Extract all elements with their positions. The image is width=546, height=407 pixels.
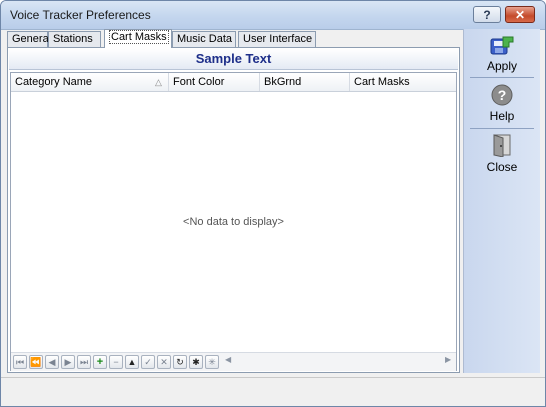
previous-record-button[interactable]: ◀ <box>45 355 59 369</box>
svg-text:?: ? <box>498 87 507 103</box>
title-bar[interactable]: Voice Tracker Preferences ? ✕ <box>1 1 545 30</box>
post-edit-button[interactable]: ✓ <box>141 355 155 369</box>
refresh-button[interactable]: ↻ <box>173 355 187 369</box>
help-button[interactable]: ? Help <box>464 81 540 127</box>
apply-icon <box>490 36 514 55</box>
preferences-window: Voice Tracker Preferences ? ✕ General St… <box>0 0 546 407</box>
column-label: Font Color <box>173 76 225 88</box>
sidebar-divider <box>470 77 534 78</box>
column-label: BkGrnd <box>264 76 302 88</box>
tab-user-interface-label: User Interface <box>243 33 313 45</box>
delete-record-button[interactable]: − <box>109 355 123 369</box>
window-title: Voice Tracker Preferences <box>10 8 151 22</box>
tab-stations-label: Stations <box>53 33 93 45</box>
tab-music-data-label: Music Data <box>177 33 233 45</box>
goto-bookmark-button[interactable]: ✳ <box>205 355 219 369</box>
column-header-category-name[interactable]: Category Name △ <box>11 73 169 91</box>
cart-masks-panel: Sample Text Category Name △ Font Color B… <box>7 47 460 373</box>
grid-navigator: ⏮ ⏪ ◀ ▶ ⏭ + − ▲ ✓ ✕ ↻ ✱ ✳ ◀ ▶ <box>11 352 456 371</box>
add-record-button[interactable]: + <box>93 355 107 369</box>
help-icon: ? <box>491 84 513 106</box>
column-label: Cart Masks <box>354 76 410 88</box>
tab-user-interface[interactable]: User Interface <box>238 31 316 47</box>
bookmark-button[interactable]: ✱ <box>189 355 203 369</box>
help-label: Help <box>489 109 515 123</box>
scroll-right-icon[interactable]: ▶ <box>445 355 451 364</box>
close-button[interactable]: Close <box>464 131 540 177</box>
apply-button[interactable]: Apply <box>464 31 540 73</box>
apply-label: Apply <box>486 59 518 73</box>
titlebar-help-button[interactable]: ? <box>473 6 501 23</box>
column-header-cart-masks[interactable]: Cart Masks <box>350 73 456 91</box>
action-sidebar: Apply ? Help Close <box>463 29 540 373</box>
edit-record-button[interactable]: ▲ <box>125 355 139 369</box>
next-record-button[interactable]: ▶ <box>61 355 75 369</box>
cancel-edit-button[interactable]: ✕ <box>157 355 171 369</box>
door-icon <box>493 134 511 157</box>
sort-triangle-icon: △ <box>155 77 162 87</box>
status-bar <box>1 377 545 398</box>
tab-cart-masks[interactable]: Cart Masks <box>104 29 172 48</box>
tab-general[interactable]: General <box>7 31 52 47</box>
tab-music-data[interactable]: Music Data <box>172 31 236 47</box>
previous-page-button[interactable]: ⏪ <box>29 355 43 369</box>
cart-masks-grid[interactable]: Category Name △ Font Color BkGrnd Cart M… <box>10 72 457 371</box>
column-header-bkgrnd[interactable]: BkGrnd <box>260 73 350 91</box>
empty-message: <No data to display> <box>183 216 284 228</box>
column-label: Category Name <box>15 76 93 88</box>
scroll-left-icon[interactable]: ◀ <box>225 355 231 364</box>
grid-header: Category Name △ Font Color BkGrnd Cart M… <box>11 73 456 92</box>
sidebar-divider <box>470 128 534 129</box>
tab-general-label: General <box>12 33 52 45</box>
titlebar-close-button[interactable]: ✕ <box>505 6 535 23</box>
tab-cart-masks-label: Cart Masks <box>109 30 169 44</box>
tab-stations[interactable]: Stations <box>48 31 101 47</box>
column-header-font-color[interactable]: Font Color <box>169 73 260 91</box>
first-record-button[interactable]: ⏮ <box>13 355 27 369</box>
close-label: Close <box>486 160 518 174</box>
sample-text: Sample Text <box>9 49 458 70</box>
last-record-button[interactable]: ⏭ <box>77 355 91 369</box>
